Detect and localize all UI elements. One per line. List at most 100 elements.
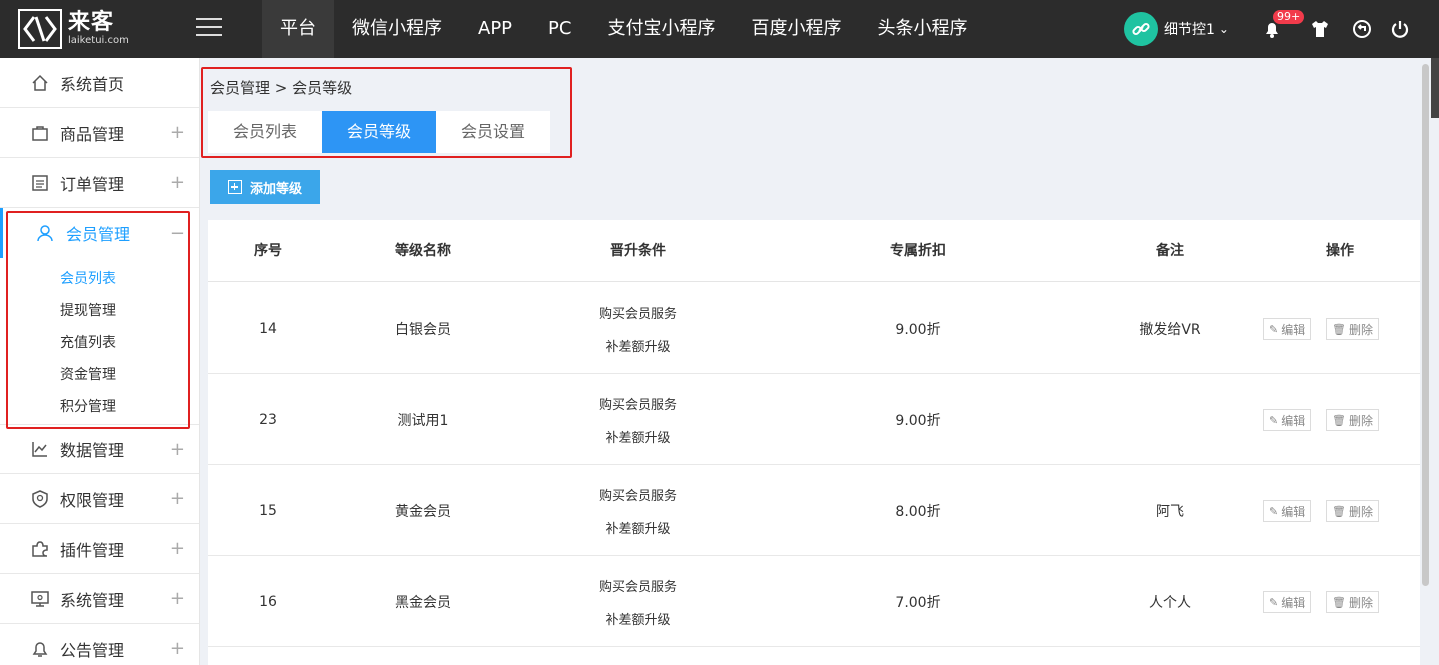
logo-title: 来客	[68, 10, 115, 35]
avatar	[1124, 12, 1158, 46]
cell-discount: 9.00折	[895, 412, 941, 429]
edit-button[interactable]: ✎ 编辑	[1263, 591, 1312, 613]
cell-condition: 购买会员服务 补差额升级	[518, 465, 758, 556]
delete-button[interactable]: 🗑 删除	[1326, 409, 1379, 431]
sidebar-item-label: 商品管理	[60, 124, 125, 144]
link-icon	[1132, 22, 1150, 36]
sidebar-item-system[interactable]: 系统管理 +	[0, 574, 199, 624]
delete-label: 删除	[1348, 595, 1373, 610]
expand-plus-icon: +	[169, 488, 185, 509]
cell-note: 人个人	[1149, 594, 1191, 611]
nav-app[interactable]: APP	[460, 0, 530, 58]
menu-toggle-icon[interactable]	[196, 18, 222, 40]
logo-mark-icon	[18, 9, 62, 49]
cell-id: 15	[259, 502, 277, 519]
cell-condition: 购买会员服务 补差额升级	[518, 374, 758, 465]
notification-badge: 99+	[1273, 10, 1305, 24]
vertical-scrollbar[interactable]	[1422, 64, 1429, 586]
power-icon[interactable]	[1387, 16, 1413, 42]
edit-button[interactable]: ✎ 编辑	[1263, 318, 1312, 340]
edit-button[interactable]: ✎ 编辑	[1263, 500, 1312, 522]
cell-condition: 购买会员服务 补差额升级	[518, 556, 758, 647]
cell-id: 16	[259, 593, 277, 610]
cell-note	[1078, 374, 1262, 465]
bell-icon	[30, 639, 50, 659]
cell-name: 测试用1	[397, 412, 449, 429]
add-level-button[interactable]: 添加等级	[210, 170, 320, 204]
sidebar-item-label: 插件管理	[60, 540, 125, 560]
sidebar-item-plugins[interactable]: 插件管理 +	[0, 524, 199, 574]
trash-icon: 🗑	[1332, 322, 1346, 336]
sidebar-item-goods[interactable]: 商品管理 +	[0, 108, 199, 158]
page-scrollbar[interactable]	[1431, 58, 1439, 118]
nav-baidu-miniprogram[interactable]: 百度小程序	[733, 0, 859, 58]
sidebar-item-orders[interactable]: 订单管理 +	[0, 158, 199, 208]
cell-note: 撤发给VR	[1139, 321, 1201, 338]
cell-discount: 7.00折	[895, 594, 941, 611]
puzzle-icon	[30, 539, 50, 559]
logo[interactable]: 来客 laiketui.com	[18, 8, 129, 50]
nav-wechat-miniprogram[interactable]: 微信小程序	[334, 0, 460, 58]
col-header-id: 序号	[254, 243, 282, 259]
condition-upgrade: 补差额升级	[605, 612, 671, 628]
col-header-name: 等级名称	[395, 243, 451, 259]
delete-label: 删除	[1348, 322, 1373, 337]
sidebar-item-label: 数据管理	[60, 441, 125, 460]
sidebar-item-home[interactable]: 系统首页	[0, 58, 199, 108]
nav-alipay-miniprogram[interactable]: 支付宝小程序	[589, 0, 733, 58]
nav-platform[interactable]: 平台	[262, 0, 334, 58]
condition-upgrade: 补差额升级	[605, 430, 671, 446]
edit-label: 编辑	[1281, 413, 1306, 428]
expand-plus-icon: +	[169, 172, 185, 193]
nav-toutiao-miniprogram[interactable]: 头条小程序	[859, 0, 985, 58]
col-header-discount: 专属折扣	[890, 243, 946, 259]
home-icon	[30, 73, 50, 93]
condition-purchase: 购买会员服务	[598, 579, 677, 595]
condition-purchase: 购买会员服务	[598, 397, 677, 413]
sidebar-item-announcements[interactable]: 公告管理 +	[0, 624, 199, 665]
edit-icon: ✎	[1269, 322, 1279, 336]
nav-pc[interactable]: PC	[530, 0, 589, 58]
expand-plus-icon: +	[169, 588, 185, 609]
edit-button[interactable]: ✎ 编辑	[1263, 409, 1312, 431]
edit-label: 编辑	[1281, 595, 1306, 610]
plus-square-icon	[227, 180, 242, 194]
cell-id: 23	[259, 411, 277, 428]
bag-icon	[30, 123, 50, 143]
cell-discount: 8.00折	[895, 503, 941, 520]
monitor-icon	[30, 589, 50, 609]
expand-plus-icon: +	[169, 438, 185, 460]
cell-name: 黑金会员	[395, 594, 451, 611]
user-menu[interactable]: 细节控1 ⌄	[1124, 11, 1229, 47]
order-icon	[30, 173, 50, 193]
expand-plus-icon: +	[169, 638, 185, 659]
cell-name: 黄金会员	[395, 503, 451, 520]
trash-icon: 🗑	[1332, 504, 1346, 518]
delete-label: 删除	[1348, 504, 1373, 519]
sidebar-item-label: 系统管理	[60, 590, 125, 610]
edit-icon: ✎	[1269, 413, 1279, 427]
delete-button[interactable]: 🗑 删除	[1326, 591, 1379, 613]
trash-icon: 🗑	[1332, 413, 1346, 427]
delete-button[interactable]: 🗑 删除	[1326, 500, 1379, 522]
back-icon[interactable]	[1349, 16, 1375, 42]
sidebar-item-permissions[interactable]: 权限管理 +	[0, 474, 199, 524]
sidebar-item-data[interactable]: 数据管理 +	[0, 424, 199, 474]
edit-icon: ✎	[1269, 504, 1279, 518]
edit-label: 编辑	[1281, 322, 1306, 337]
sidebar-item-label: 权限管理	[60, 490, 125, 510]
edit-icon: ✎	[1269, 595, 1279, 609]
condition-upgrade: 补差额升级	[605, 339, 671, 355]
theme-shirt-icon[interactable]	[1307, 16, 1333, 42]
highlight-box-tabs	[201, 67, 572, 158]
table-row: 14 白银会员 购买会员服务 补差额升级 9.00折 撤发给VR ✎ 编辑 🗑 删除	[208, 283, 1420, 374]
shield-icon	[30, 489, 50, 509]
expand-plus-icon: +	[169, 122, 185, 143]
table-row: 15 黄金会员 购买会员服务 补差额升级 8.00折 阿飞 ✎ 编辑 🗑 删除	[208, 465, 1420, 556]
logo-subtitle: laiketui.com	[68, 35, 129, 46]
delete-button[interactable]: 🗑 删除	[1326, 318, 1379, 340]
user-name: 细节控1	[1164, 22, 1215, 38]
sidebar-item-label: 公告管理	[60, 640, 125, 660]
table-row: 23 测试用1 购买会员服务 补差额升级 9.00折 ✎ 编辑 🗑 删除	[208, 374, 1420, 465]
condition-upgrade: 补差额升级	[605, 521, 671, 537]
